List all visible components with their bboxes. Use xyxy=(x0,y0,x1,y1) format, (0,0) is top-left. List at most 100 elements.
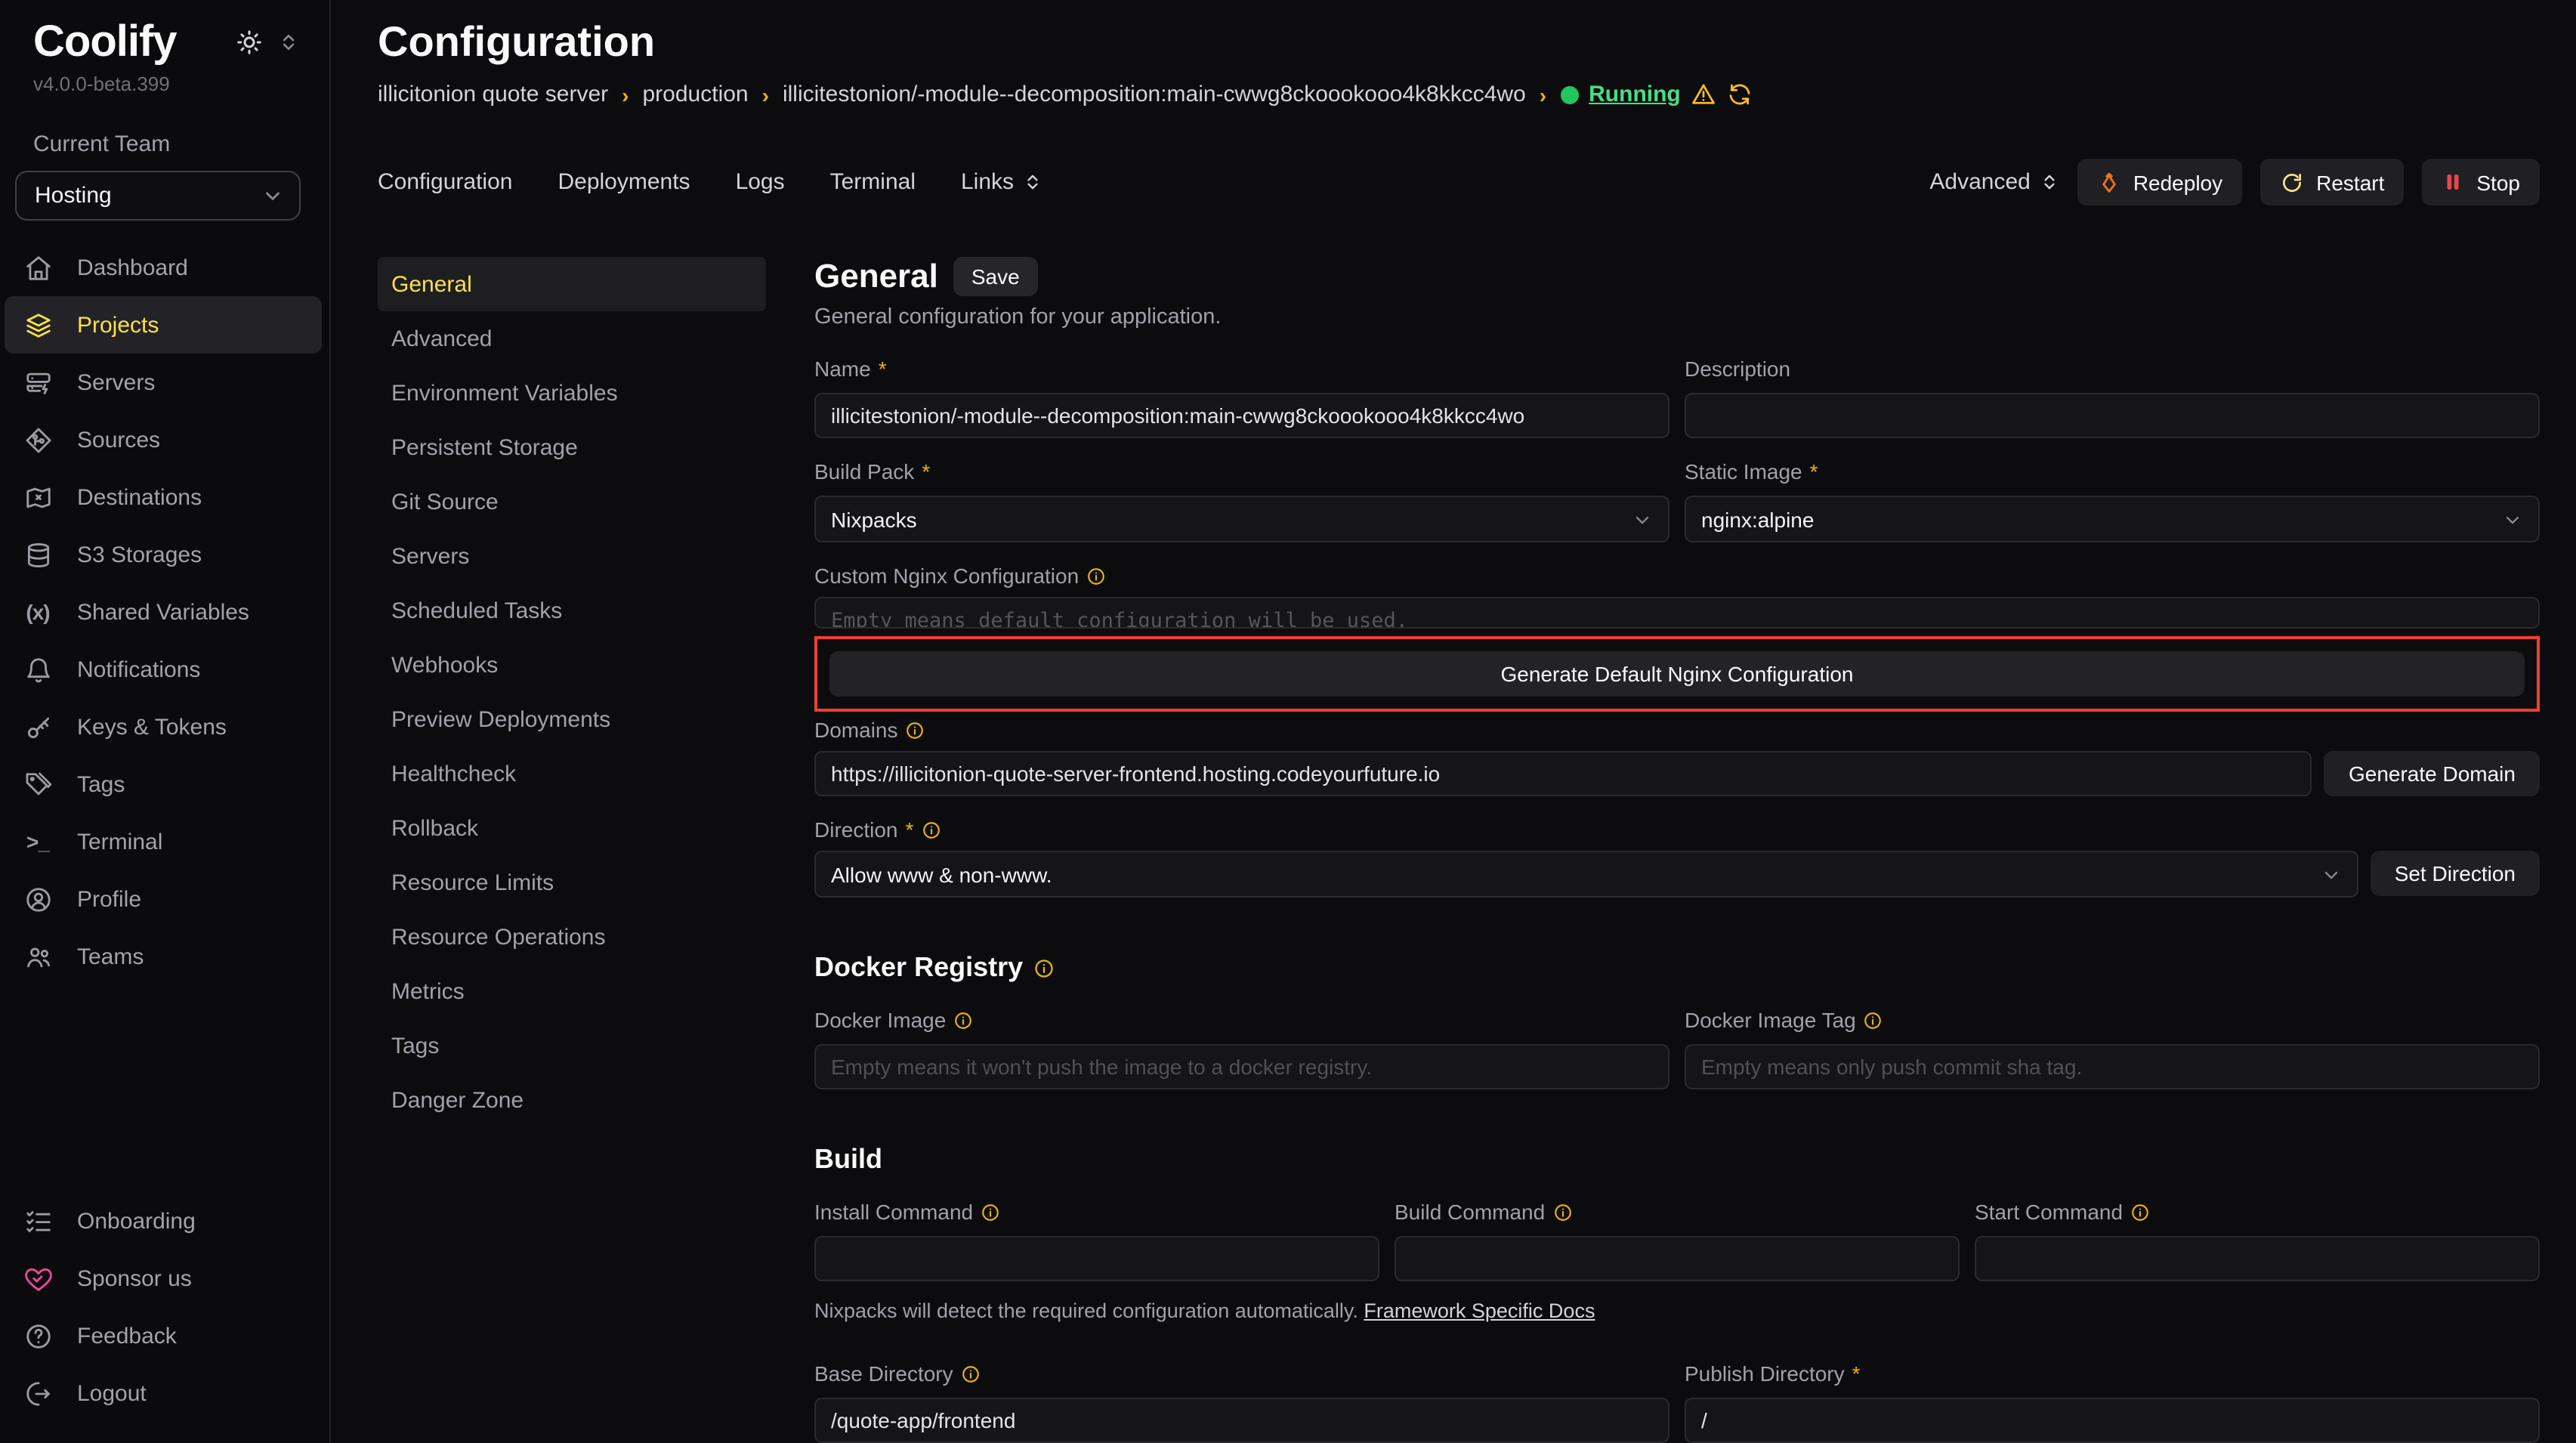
database-icon xyxy=(23,540,53,569)
sidebar-item-s3-storages[interactable]: S3 Storages xyxy=(5,526,322,583)
stop-button[interactable]: Stop xyxy=(2422,159,2540,205)
info-icon[interactable] xyxy=(1552,1202,1572,1222)
sidebar-item-terminal[interactable]: >_ Terminal xyxy=(5,813,322,870)
sidebar-collapse-icon[interactable] xyxy=(278,32,299,53)
generate-nginx-config-button[interactable]: Generate Default Nginx Configuration xyxy=(829,651,2525,697)
action-bar: Advanced Redeploy Restart Stop xyxy=(1929,159,2540,205)
subnav-environment-variables[interactable]: Environment Variables xyxy=(378,366,766,420)
info-icon[interactable] xyxy=(961,1364,981,1383)
tab-deployments[interactable]: Deployments xyxy=(558,169,690,195)
sidebar-item-logout[interactable]: Logout xyxy=(5,1364,322,1422)
team-select[interactable]: Hosting xyxy=(15,171,301,221)
breadcrumb-environment[interactable]: production xyxy=(643,82,749,107)
info-icon[interactable] xyxy=(2130,1202,2150,1222)
install-command-input[interactable] xyxy=(814,1236,1379,1281)
info-icon[interactable] xyxy=(1864,1010,1883,1030)
publish-directory-input[interactable] xyxy=(1685,1398,2540,1443)
sidebar-item-shared-variables[interactable]: (x) Shared Variables xyxy=(5,583,322,641)
framework-docs-link[interactable]: Framework Specific Docs xyxy=(1364,1299,1595,1322)
subnav-resource-limits[interactable]: Resource Limits xyxy=(378,855,766,910)
sidebar-item-teams[interactable]: Teams xyxy=(5,928,322,985)
sidebar-item-sponsor-us[interactable]: Sponsor us xyxy=(5,1250,322,1307)
description-label: Description xyxy=(1685,357,1790,381)
static-image-value: nginx:alpine xyxy=(1701,507,1814,531)
advanced-label: Advanced xyxy=(1929,169,2030,195)
subnav-danger-zone[interactable]: Danger Zone xyxy=(378,1073,766,1127)
sidebar-item-keys-tokens[interactable]: Keys & Tokens xyxy=(5,698,322,755)
info-icon[interactable] xyxy=(906,720,925,740)
nginx-config-textarea[interactable] xyxy=(814,597,2540,629)
subnav-resource-operations[interactable]: Resource Operations xyxy=(378,910,766,964)
subnav-rollback[interactable]: Rollback xyxy=(378,801,766,855)
subnav-metrics[interactable]: Metrics xyxy=(378,964,766,1018)
theme-sun-icon[interactable] xyxy=(236,29,263,56)
breadcrumb-separator: › xyxy=(622,82,629,107)
info-icon[interactable] xyxy=(1086,566,1106,586)
sidebar-item-profile[interactable]: Profile xyxy=(5,870,322,928)
subnav-healthcheck[interactable]: Healthcheck xyxy=(378,746,766,801)
breadcrumb-resource[interactable]: illicitestonion/-module--decomposition:m… xyxy=(783,82,1526,107)
git-source-icon xyxy=(23,425,53,454)
sidebar-item-onboarding[interactable]: Onboarding xyxy=(5,1192,322,1250)
info-icon[interactable] xyxy=(921,820,941,839)
direction-select[interactable]: Allow www & non-www. xyxy=(814,851,2358,898)
set-direction-button[interactable]: Set Direction xyxy=(2371,851,2540,896)
logout-icon xyxy=(23,1379,53,1407)
subnav-git-source[interactable]: Git Source xyxy=(378,474,766,529)
tab-terminal[interactable]: Terminal xyxy=(830,169,916,195)
content-row: General Advanced Environment Variables P… xyxy=(378,257,2540,1443)
redeploy-button[interactable]: Redeploy xyxy=(2077,159,2242,205)
warning-icon[interactable] xyxy=(1691,82,1717,107)
sidebar-item-dashboard[interactable]: Dashboard xyxy=(5,239,322,296)
docker-image-tag-input[interactable] xyxy=(1685,1044,2540,1089)
subnav-preview-deployments[interactable]: Preview Deployments xyxy=(378,692,766,746)
generate-domain-button[interactable]: Generate Domain xyxy=(2324,751,2540,796)
subnav-tags[interactable]: Tags xyxy=(378,1018,766,1073)
info-icon[interactable] xyxy=(953,1010,973,1030)
subnav-advanced[interactable]: Advanced xyxy=(378,311,766,366)
heart-icon xyxy=(23,1264,53,1293)
docker-image-input[interactable] xyxy=(814,1044,1669,1089)
subnav-persistent-storage[interactable]: Persistent Storage xyxy=(378,420,766,474)
base-directory-input[interactable] xyxy=(814,1398,1669,1443)
sidebar-item-label: Notifications xyxy=(77,657,200,682)
sidebar-item-destinations[interactable]: Destinations xyxy=(5,468,322,526)
info-icon[interactable] xyxy=(981,1202,1000,1222)
start-command-input[interactable] xyxy=(1975,1236,2540,1281)
sidebar-item-projects[interactable]: Projects xyxy=(5,296,322,354)
status-badge[interactable]: Running xyxy=(1589,82,1681,107)
refresh-icon[interactable] xyxy=(1728,82,1753,107)
section-heading-general: General xyxy=(814,257,938,296)
subnav-webhooks[interactable]: Webhooks xyxy=(378,638,766,692)
subnav-general[interactable]: General xyxy=(378,257,766,311)
advanced-menu[interactable]: Advanced xyxy=(1929,169,2059,195)
domains-input[interactable] xyxy=(814,751,2312,796)
chevron-updown-icon xyxy=(2040,172,2059,192)
info-icon[interactable] xyxy=(1033,957,1055,978)
breadcrumb-separator: › xyxy=(1540,82,1546,107)
static-image-select[interactable]: nginx:alpine xyxy=(1685,496,2540,542)
sidebar-item-label: Terminal xyxy=(77,829,162,854)
subnav-scheduled-tasks[interactable]: Scheduled Tasks xyxy=(378,583,766,638)
sidebar-item-tags[interactable]: Tags xyxy=(5,755,322,813)
general-form: General Save General configuration for y… xyxy=(814,257,2540,1443)
name-input[interactable] xyxy=(814,393,1669,438)
current-team-label: Current Team xyxy=(0,131,329,157)
description-input[interactable] xyxy=(1685,393,2540,438)
build-command-input[interactable] xyxy=(1395,1236,1960,1281)
sidebar-item-label: S3 Storages xyxy=(77,542,202,567)
subnav-servers[interactable]: Servers xyxy=(378,529,766,583)
layers-icon xyxy=(23,311,53,339)
sidebar-item-label: Keys & Tokens xyxy=(77,714,227,740)
sidebar-item-feedback[interactable]: Feedback xyxy=(5,1307,322,1364)
sidebar-item-servers[interactable]: Servers xyxy=(5,354,322,411)
tab-links[interactable]: Links xyxy=(961,169,1042,195)
sidebar-item-sources[interactable]: Sources xyxy=(5,411,322,468)
sidebar-item-notifications[interactable]: Notifications xyxy=(5,641,322,698)
tab-configuration[interactable]: Configuration xyxy=(378,169,512,195)
build-pack-select[interactable]: Nixpacks xyxy=(814,496,1669,542)
breadcrumb-project[interactable]: illicitonion quote server xyxy=(378,82,608,107)
save-button[interactable]: Save xyxy=(953,257,1038,296)
tab-logs[interactable]: Logs xyxy=(736,169,785,195)
restart-button[interactable]: Restart xyxy=(2260,159,2404,205)
